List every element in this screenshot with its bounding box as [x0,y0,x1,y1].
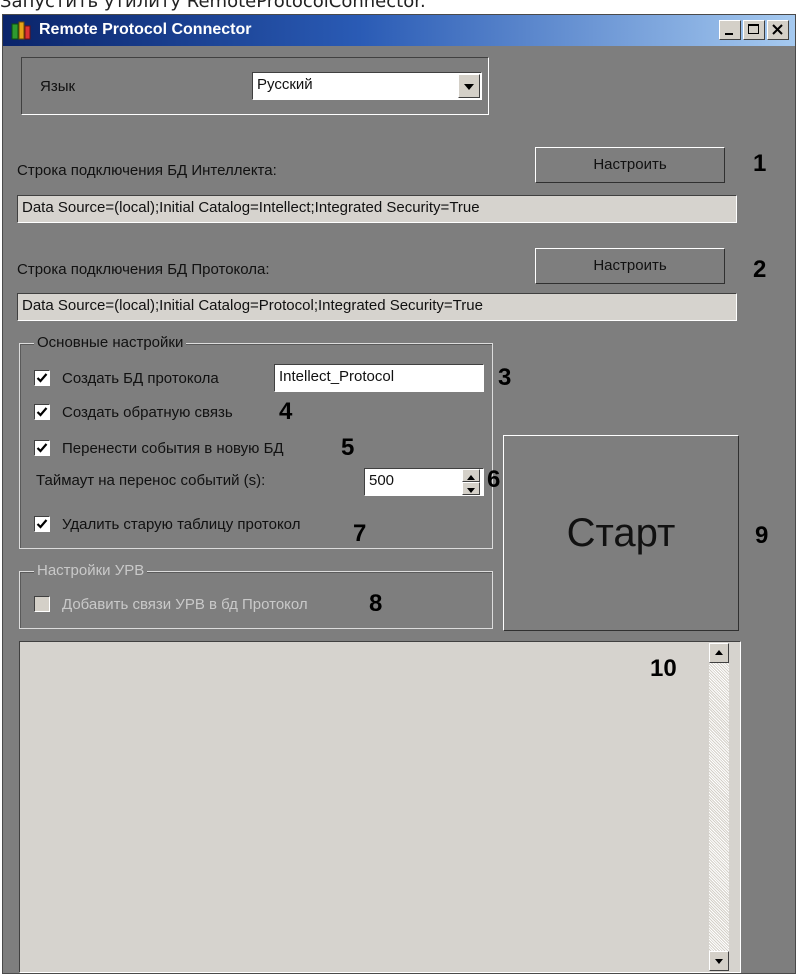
add-urv-links-checkbox[interactable] [34,596,50,612]
intellect-db-connection-string[interactable]: Data Source=(local);Initial Catalog=Inte… [17,195,737,223]
callout-1: 1 [753,150,767,177]
create-feedback-label: Создать обратную связь [62,404,233,421]
scroll-up-button[interactable] [709,643,729,663]
callout-8: 8 [369,590,383,617]
log-output[interactable]: 10 [19,641,741,973]
delete-old-label: Удалить старую таблицу протокол [62,516,301,533]
main-settings-title: Основные настройки [34,334,187,352]
checkmark-icon [36,373,48,383]
page-caption: Запустить утилиту RemoteProtocolConnecto… [0,0,426,12]
callout-6: 6 [487,466,501,493]
callout-5: 5 [341,434,355,461]
title-bar[interactable]: Remote Protocol Connector [3,15,795,46]
delete-old-checkbox[interactable] [34,516,50,532]
move-events-label: Перенести события в новую БД [62,440,284,457]
checkmark-icon [36,443,48,453]
protocol-db-connection-string[interactable]: Data Source=(local);Initial Catalog=Prot… [17,293,737,321]
timeout-spin-up[interactable] [462,469,480,482]
create-db-checkbox[interactable] [34,370,50,386]
protocol-db-name-input[interactable]: Intellect_Protocol [274,364,484,392]
arrow-up-icon [715,650,723,655]
start-button[interactable]: Старт [503,435,739,631]
checkmark-icon [36,407,48,417]
minimize-icon [725,33,733,35]
language-dropdown-button[interactable] [458,74,480,98]
close-icon [772,24,783,35]
minimize-button[interactable] [719,20,741,40]
chevron-down-icon [464,84,474,90]
callout-9: 9 [755,522,769,549]
create-db-label: Создать БД протокола [62,370,219,387]
checkmark-icon [36,519,48,529]
intellect-db-label: Строка подключения БД Интеллекта: [17,162,277,179]
timeout-label: Таймаут на перенос событий (s): [36,472,266,489]
arrow-down-icon [715,959,723,964]
callout-7: 7 [353,520,367,547]
create-feedback-checkbox[interactable] [34,404,50,420]
protocol-db-configure-button[interactable]: Настроить [535,248,725,284]
move-events-checkbox[interactable] [34,440,50,456]
callout-10: 10 [650,655,677,682]
callout-3: 3 [498,364,512,391]
language-panel: Язык Русский [21,57,489,115]
maximize-icon [748,24,759,34]
maximize-button[interactable] [743,20,765,40]
urv-settings-group: Настройки УРВ Добавить связи УРВ в бд Пр… [19,562,493,629]
app-icon [11,21,31,41]
app-window: Remote Protocol Connector Язык Русский С… [2,14,796,974]
language-value: Русский [257,76,313,93]
timeout-value: 500 [369,472,395,489]
window-title: Remote Protocol Connector [39,21,252,38]
close-button[interactable] [767,20,789,40]
intellect-db-configure-button[interactable]: Настроить [535,147,725,183]
language-select[interactable]: Русский [252,72,482,100]
callout-4: 4 [279,398,293,425]
protocol-db-label: Строка подключения БД Протокола: [17,261,270,278]
urv-settings-title: Настройки УРВ [34,562,148,580]
arrow-down-icon [467,488,475,493]
language-label: Язык [40,78,76,95]
scroll-down-button[interactable] [709,951,729,971]
callout-2: 2 [753,256,767,283]
add-urv-links-label: Добавить связи УРВ в бд Протокол [62,596,308,613]
timeout-spin-down[interactable] [462,482,480,495]
main-settings-group: Основные настройки Создать БД протокола … [19,334,493,549]
log-scrollbar[interactable] [709,643,729,971]
